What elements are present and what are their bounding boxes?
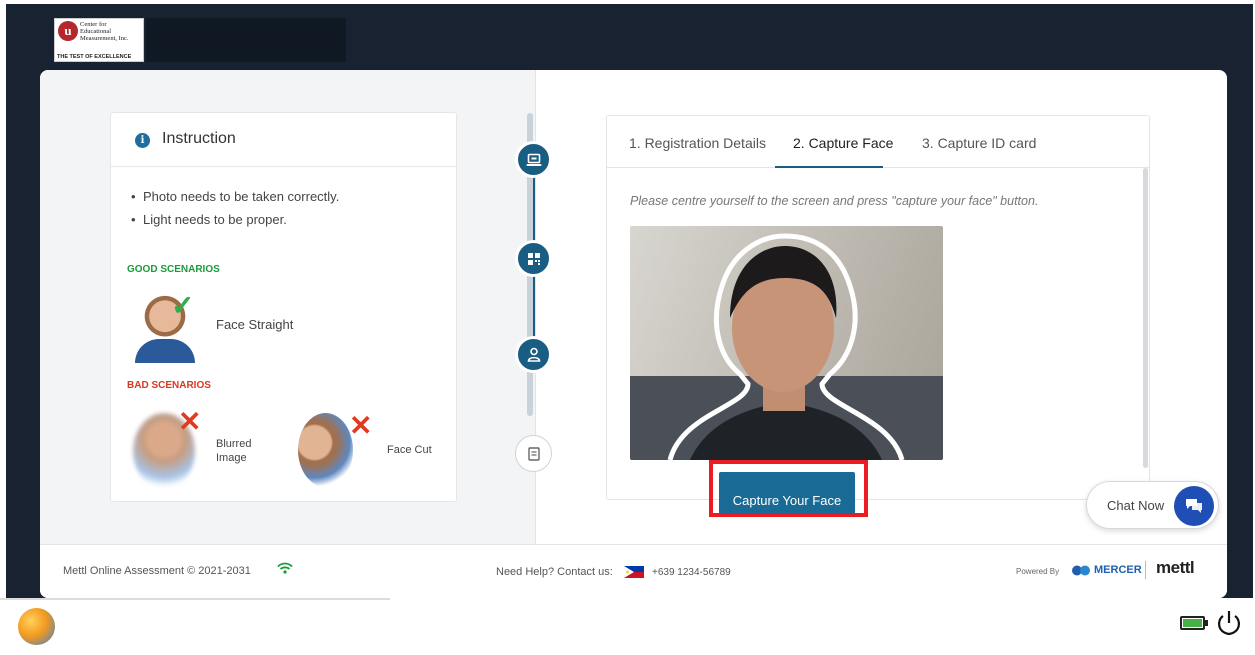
face-cut-image [298,413,353,487]
mercer-brand: MERCER [1094,564,1142,576]
brand-separator [1145,561,1146,579]
mettl-brand: mettl [1156,558,1195,577]
header-dark-block [146,18,346,62]
laptop-icon [526,153,541,166]
battery-icon [1180,616,1205,630]
instruction-header: i Instruction [111,113,456,167]
main-card: i Instruction Photo needs to be taken co… [40,70,1227,598]
bad-scenarios-heading: BAD SCENARIOS [127,380,211,391]
user-icon [527,347,540,362]
document-icon [527,446,540,461]
good-scenarios-heading: GOOD SCENARIOS [127,264,220,275]
instruction-bullets: Photo needs to be taken correctly. Light… [131,189,339,235]
capture-tabs: 1. Registration Details 2. Capture Face … [607,116,1149,168]
cross-icon: ✕ [178,406,202,437]
check-icon: ✓ [171,290,195,321]
wifi-icon [277,562,293,574]
step-user[interactable] [515,336,552,373]
camera-feed [630,233,943,460]
mercer-logo-icon [1072,565,1090,576]
tab-registration-details[interactable]: 1. Registration Details [629,135,766,151]
brand-logo: u Center for Educational Measurement, In… [54,18,144,62]
info-icon: i [135,133,150,148]
logo-text: Center for Educational Measurement, Inc. [80,21,129,42]
face-straight-label: Face Straight [216,317,294,332]
qr-code-icon [527,252,540,265]
face-cut-label: Face Cut [387,444,432,456]
instruction-bullet: Photo needs to be taken correctly. [131,189,339,204]
logo-tagline: THE TEST OF EXCELLENCE [57,54,132,60]
capture-hint: Please centre yourself to the screen and… [630,194,1039,208]
help-label: Need Help? Contact us: [496,566,613,578]
tab-capture-id-card[interactable]: 3. Capture ID card [922,135,1036,151]
battery-level [1183,619,1202,627]
chat-now-label[interactable]: Chat Now [1107,498,1164,513]
philippines-flag-icon [624,566,644,578]
power-icon[interactable] [1213,608,1245,640]
footer-copyright: Mettl Online Assessment © 2021-2031 [63,565,251,577]
start-menu-icon[interactable] [18,608,55,645]
footer: Mettl Online Assessment © 2021-2031 Need… [40,544,1227,598]
panel-scrollbar[interactable] [1143,168,1148,468]
tab-capture-face[interactable]: 2. Capture Face [793,135,893,151]
chat-now-widget[interactable]: Chat Now [1086,481,1219,529]
step-laptop[interactable] [515,141,552,178]
instruction-title: Instruction [162,130,236,147]
powered-by-label: Powered By [1016,567,1060,576]
chat-bubble-icon[interactable] [1174,486,1214,526]
help-phone[interactable]: +639 1234-56789 [652,567,731,578]
chat-icon [1186,499,1202,513]
capture-face-button[interactable]: Capture Your Face [719,472,855,514]
step-qr-code[interactable] [515,240,552,277]
capture-panel: 1. Registration Details 2. Capture Face … [606,115,1150,500]
active-tab-indicator [775,166,883,168]
logo-mark: u [58,21,78,41]
battery-tip [1205,620,1208,626]
instruction-bullet: Light needs to be proper. [131,212,339,227]
cross-icon: ✕ [349,410,373,441]
instruction-panel: i Instruction Photo needs to be taken co… [110,112,457,502]
camera-preview [630,226,943,460]
blurred-image-label: Blurred Image [216,438,252,464]
taskbar-divider [0,598,390,600]
step-document[interactable] [515,435,552,472]
